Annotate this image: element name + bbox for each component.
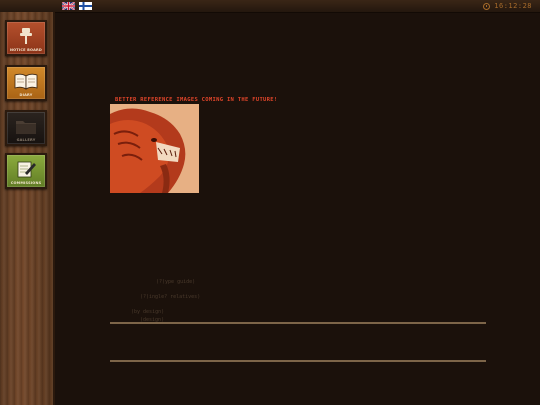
divider-top (110, 322, 486, 324)
clock: 16:12:28 (483, 1, 532, 11)
top-bar: 16:12:28 (0, 0, 540, 13)
faint-text-2: (?)ingle? relatives) (140, 294, 201, 300)
folder-icon (16, 121, 36, 134)
notice-board-button[interactable]: NOTICE BOARD (5, 20, 47, 56)
finland-flag-icon[interactable] (79, 2, 92, 10)
faint-text-1: (?)ype guide) (156, 279, 196, 285)
notice-board-label: NOTICE BOARD (9, 48, 43, 52)
commissions-label: COMMISSIONS (10, 181, 42, 185)
pencil-note-icon (17, 161, 36, 178)
pushpin-icon (20, 28, 32, 44)
clock-time: 16:12:28 (494, 2, 532, 10)
notice-text: BETTER REFERENCE IMAGES COMING IN THE FU… (115, 97, 278, 103)
divider-bottom (110, 360, 486, 362)
reference-image[interactable] (110, 104, 199, 193)
gallery-button[interactable]: GALLERY (5, 110, 47, 146)
open-book-icon (14, 73, 38, 90)
diary-label: DIARY (19, 93, 33, 97)
gallery-label: GALLERY (16, 138, 36, 142)
uk-flag-icon[interactable] (62, 2, 75, 10)
clock-icon (483, 2, 491, 10)
faint-text-3: (by design) (131, 309, 165, 315)
commissions-button[interactable]: COMMISSIONS (5, 153, 47, 189)
diary-button[interactable]: DIARY (5, 65, 47, 101)
sidebar: NOTICE BOARD DIARY GALLERY COMMISSIONS (0, 12, 55, 405)
